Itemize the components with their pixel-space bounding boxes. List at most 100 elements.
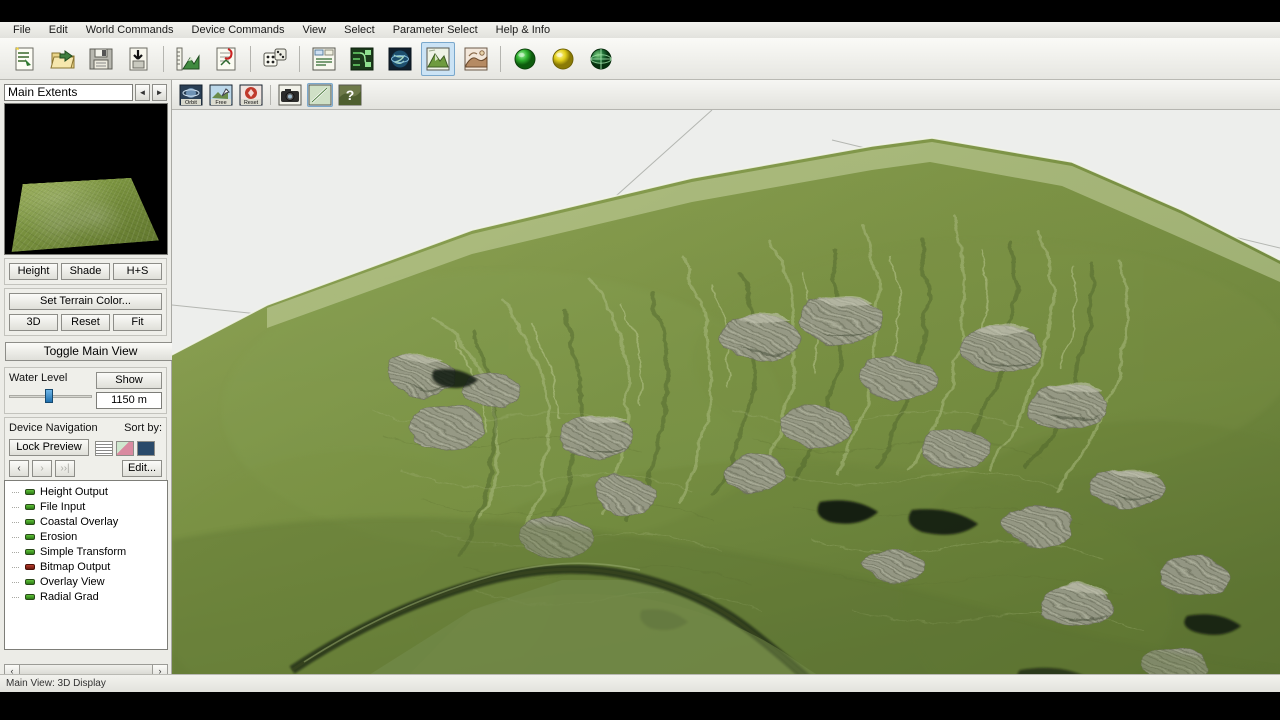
toggle-main-view-button[interactable]: Toggle Main View	[5, 342, 176, 361]
reset-view-button[interactable]: Reset	[238, 83, 264, 107]
sort-by-label: Sort by:	[124, 422, 162, 434]
sort-by-list-icon[interactable]	[95, 441, 113, 456]
set-terrain-color-button[interactable]: Set Terrain Color...	[9, 293, 162, 310]
random-seed-button[interactable]	[258, 42, 292, 76]
project-settings-button[interactable]	[209, 42, 243, 76]
save-world-button[interactable]	[84, 42, 118, 76]
extents-next-button[interactable]: ►	[152, 84, 167, 101]
letterbox-bottom	[0, 692, 1280, 720]
list-item[interactable]: ···· Simple Transform	[5, 544, 167, 559]
tree-branch-icon: ····	[11, 591, 20, 602]
device-status-icon	[25, 593, 35, 600]
extents-name-field[interactable]: Main Extents	[4, 84, 133, 101]
globe-icon	[388, 47, 412, 70]
sort-by-row	[95, 441, 155, 456]
viewport-panel: Orbit Free Reset ?	[172, 80, 1280, 692]
layout-view-button[interactable]	[307, 42, 341, 76]
save-as-button[interactable]	[122, 42, 156, 76]
world-view-button[interactable]	[383, 42, 417, 76]
yellow-sphere-icon	[552, 48, 574, 69]
build-world-button[interactable]	[508, 42, 542, 76]
menu-item-world-commands[interactable]: World Commands	[77, 22, 183, 38]
water-level-label: Water Level	[9, 372, 68, 384]
water-show-button[interactable]: Show	[96, 372, 162, 389]
menu-item-help-info[interactable]: Help & Info	[487, 22, 559, 38]
water-level-slider[interactable]	[9, 389, 92, 403]
water-slider-thumb[interactable]	[44, 389, 53, 403]
tree-branch-icon: ····	[11, 531, 20, 542]
sort-by-grid-icon[interactable]	[137, 441, 155, 456]
main-toolbar	[0, 38, 1280, 80]
list-item[interactable]: ···· File Input	[5, 499, 167, 514]
help-button[interactable]: ?	[337, 83, 363, 107]
list-item[interactable]: ···· Radial Grad	[5, 589, 167, 604]
letterbox-top	[0, 0, 1280, 22]
render-button[interactable]	[584, 42, 618, 76]
water-level-value[interactable]: 1150 m	[96, 392, 162, 409]
orbit-mode-button[interactable]: Orbit	[178, 83, 204, 107]
sort-by-type-icon[interactable]	[116, 441, 134, 456]
extents-selector-row: Main Extents ◄ ►	[4, 84, 167, 101]
open-folder-icon	[50, 49, 75, 68]
terrain-color-row: Set Terrain Color...	[9, 293, 162, 310]
menu-item-edit[interactable]: Edit	[40, 22, 77, 38]
open-world-button[interactable]	[46, 42, 80, 76]
shade-mode-button[interactable]: Shade	[61, 263, 110, 280]
menu-item-view[interactable]: View	[293, 22, 335, 38]
extents-prev-button[interactable]: ◄	[135, 84, 150, 101]
device-prev-button[interactable]: ‹	[9, 460, 29, 477]
view-3d-button[interactable]: 3D	[9, 314, 58, 331]
free-mode-button[interactable]: Free	[208, 83, 234, 107]
lock-preview-button[interactable]: Lock Preview	[9, 439, 89, 456]
terrain-3d-view-button[interactable]	[421, 41, 455, 76]
list-item[interactable]: ···· Overlay View	[5, 574, 167, 589]
water-level-right: Show 1150 m	[96, 372, 162, 409]
display-mode-row: Height Shade H+S	[9, 263, 162, 280]
device-network-button[interactable]	[345, 42, 379, 76]
menu-item-select[interactable]: Select	[335, 22, 384, 38]
pause-build-button[interactable]	[546, 42, 580, 76]
snapshot-button[interactable]	[277, 83, 303, 107]
water-level-group: Water Level Show 1150 m	[4, 367, 167, 414]
extents-preview[interactable]	[4, 103, 168, 255]
menu-item-file[interactable]: File	[4, 22, 40, 38]
list-item[interactable]: ···· Height Output	[5, 484, 167, 499]
device-label: Height Output	[40, 485, 108, 498]
height-shade-mode-button[interactable]: H+S	[113, 263, 162, 280]
device-list[interactable]: ···· Height Output ···· File Input ···· …	[4, 480, 168, 650]
device-next-button[interactable]: ›	[32, 460, 52, 477]
menu-bar: File Edit World Commands Device Commands…	[0, 22, 1280, 38]
device-edit-button[interactable]: Edit...	[122, 460, 162, 477]
measure-button[interactable]	[307, 82, 333, 107]
explorer-view-button[interactable]	[459, 42, 493, 76]
device-label: Radial Grad	[40, 590, 99, 603]
list-item[interactable]: ···· Coastal Overlay	[5, 514, 167, 529]
view-reset-button[interactable]: Reset	[61, 314, 110, 331]
tree-branch-icon: ····	[11, 576, 20, 587]
menu-item-parameter-select[interactable]: Parameter Select	[384, 22, 487, 38]
world-extents-button[interactable]	[171, 42, 205, 76]
tree-branch-icon: ····	[11, 516, 20, 527]
application-window: File Edit World Commands Device Commands…	[0, 22, 1280, 692]
svg-text:Free: Free	[215, 100, 226, 106]
water-level-left: Water Level	[9, 372, 92, 403]
device-status-icon	[25, 488, 35, 495]
list-item[interactable]: ···· Erosion	[5, 529, 167, 544]
terrain-3d-canvas[interactable]	[172, 110, 1280, 692]
menu-item-device-commands[interactable]: Device Commands	[183, 22, 294, 38]
free-fly-icon: Free	[209, 84, 233, 106]
camera-icon	[278, 84, 302, 105]
new-world-button[interactable]	[8, 42, 42, 76]
device-nav-middle: Lock Preview	[9, 439, 162, 456]
device-label: Overlay View	[40, 575, 105, 588]
height-mode-button[interactable]: Height	[9, 263, 58, 280]
left-panel: Main Extents ◄ ► Height Shade H+S Set Te…	[0, 80, 176, 692]
terrain-render	[172, 110, 1280, 692]
view-fit-button[interactable]: Fit	[113, 314, 162, 331]
device-status-icon	[25, 503, 35, 510]
device-last-button[interactable]: ››|	[55, 460, 75, 477]
toolbar-separator	[500, 45, 501, 72]
dice-icon	[263, 48, 287, 66]
list-item[interactable]: ···· Bitmap Output	[5, 559, 167, 574]
tree-branch-icon: ····	[11, 561, 20, 572]
